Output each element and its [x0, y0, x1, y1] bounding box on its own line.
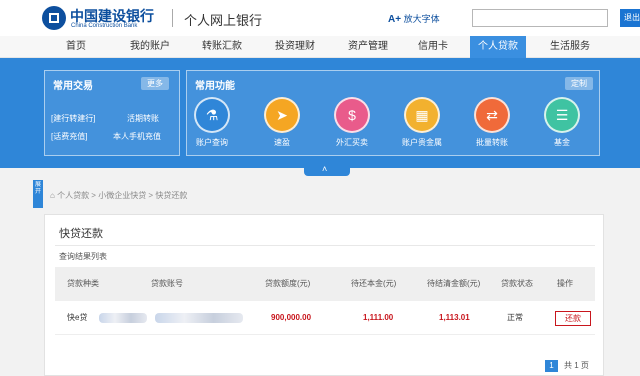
forex-icon: $: [334, 97, 370, 133]
loan-limit-cell: 900,000.00: [271, 313, 312, 322]
repayment-card: 快贷还款 查询结果列表 贷款种类 贷款账号 贷款额度(元) 待还本金(元) 待结…: [44, 214, 604, 376]
func-label: 账户查询: [196, 138, 228, 147]
enlarge-font-button[interactable]: A+ 放大字体: [388, 12, 440, 25]
table-row: 快e贷 900,000.00 1,111.00 1,113.01 正常 还款: [55, 301, 595, 335]
quick-link-own-phone-topup[interactable]: 本人手机充值: [113, 131, 161, 142]
func-label: 账户贵金属: [402, 138, 442, 147]
column-header: 贷款账号: [151, 279, 183, 288]
nav-item-my-account[interactable]: 我的账户: [130, 36, 170, 58]
enlarge-font-label: 放大字体: [403, 14, 440, 24]
settle-amount-cell: 1,113.01: [439, 313, 470, 322]
quick-link-ccb-transfer[interactable]: [建行转建行]: [51, 113, 95, 124]
page-number-button[interactable]: 1: [545, 360, 558, 372]
column-header: 操作: [557, 279, 573, 288]
nav-item-personal-loan[interactable]: 个人贷款: [470, 36, 526, 58]
column-header: 待还本金(元): [351, 279, 397, 288]
loan-type-cell: 快e贷: [67, 313, 88, 322]
search-input[interactable]: [472, 9, 608, 27]
principal-cell: 1,111.00: [363, 313, 394, 322]
account-query-icon: ⚗: [194, 97, 230, 133]
batch-transfer-icon: ⇄: [474, 97, 510, 133]
page-total: 共 1 页: [564, 361, 589, 370]
func-suying[interactable]: ➤ 速盈: [257, 97, 307, 148]
status-cell: 正常: [507, 313, 523, 322]
quick-access-banner: 常用交易 更多 [建行转建行] 活期转账 [话费充值] 本人手机充值 常用功能 …: [0, 58, 640, 168]
fund-icon: ☰: [544, 97, 580, 133]
quick-link-current-transfer[interactable]: 活期转账: [127, 113, 159, 124]
common-functions-panel: 常用功能 定制 ⚗ 账户查询 ➤ 速盈 $ 外汇买卖 ▦ 账户贵金属 ⇄ 批量转…: [186, 70, 600, 156]
main-nav: 首页 我的账户 转账汇款 投资理财 资产管理 信用卡 个人贷款 生活服务: [0, 36, 640, 58]
portal-title: 个人网上银行: [184, 13, 263, 28]
column-header: 贷款额度(元): [265, 279, 311, 288]
breadcrumb-item[interactable]: 小微企业快贷: [98, 191, 146, 200]
common-trade-title: 常用交易: [53, 81, 93, 92]
func-label: 速盈: [274, 138, 290, 147]
header-divider: [172, 9, 173, 27]
column-header: 贷款种类: [67, 279, 99, 288]
column-header: 待结清金额(元): [427, 279, 481, 288]
common-trade-panel: 常用交易 更多 [建行转建行] 活期转账 [话费充值] 本人手机充值: [44, 70, 180, 156]
nav-item-home[interactable]: 首页: [66, 36, 86, 58]
breadcrumb-item-current: 快贷还款: [155, 191, 188, 200]
home-icon: ⌂: [50, 191, 55, 200]
nav-item-asset-management[interactable]: 资产管理: [348, 36, 388, 58]
nav-item-investment[interactable]: 投资理财: [275, 36, 315, 58]
gold-bars-icon: ▦: [404, 97, 440, 133]
exit-button[interactable]: 退出: [620, 9, 640, 27]
repay-button[interactable]: 还款: [555, 311, 591, 326]
pagination: 1 共 1 页: [545, 360, 589, 372]
card-divider: [55, 245, 595, 246]
nav-item-credit-card[interactable]: 信用卡: [418, 36, 448, 58]
section-label: 查询结果列表: [59, 252, 107, 261]
func-label: 批量转账: [476, 138, 508, 147]
func-batch-transfer[interactable]: ⇄ 批量转账: [467, 97, 517, 148]
common-functions-title: 常用功能: [195, 81, 235, 92]
nav-item-transfer[interactable]: 转账汇款: [202, 36, 242, 58]
quick-link-phone-topup[interactable]: [话费充值]: [51, 131, 87, 142]
more-button[interactable]: 更多: [141, 77, 169, 90]
breadcrumb-item[interactable]: 个人贷款: [57, 191, 89, 200]
table-header: 贷款种类 贷款账号 贷款额度(元) 待还本金(元) 待结清金额(元) 贷款状态 …: [55, 267, 595, 301]
collapse-banner-button[interactable]: ˄: [304, 164, 350, 176]
func-fund[interactable]: ☰ 基金: [537, 97, 587, 148]
redacted-blur: [99, 313, 147, 323]
bank-name-en: China Construction Bank: [71, 23, 138, 29]
loan-account-cell: [155, 313, 243, 323]
nav-item-life-services[interactable]: 生活服务: [550, 36, 590, 58]
func-precious-metal[interactable]: ▦ 账户贵金属: [397, 97, 447, 148]
column-header: 贷款状态: [501, 279, 533, 288]
page-title: 快贷还款: [59, 228, 103, 240]
top-header: 中国建设银行 China Construction Bank 个人网上银行 A+…: [0, 0, 640, 36]
func-label: 外汇买卖: [336, 138, 368, 147]
font-size-icon: A+: [388, 14, 402, 25]
breadcrumb: ⌂ 个人贷款 > 小微企业快贷 > 快贷还款: [50, 191, 188, 200]
suying-icon: ➤: [264, 97, 300, 133]
func-account-query[interactable]: ⚗ 账户查询: [187, 97, 237, 148]
expand-side-tab[interactable]: 展开: [33, 180, 43, 208]
customize-button[interactable]: 定制: [565, 77, 593, 90]
ccb-logo-icon: [42, 6, 66, 30]
func-label: 基金: [554, 138, 570, 147]
chevron-up-icon: ˄: [322, 164, 328, 174]
func-forex[interactable]: $ 外汇买卖: [327, 97, 377, 148]
